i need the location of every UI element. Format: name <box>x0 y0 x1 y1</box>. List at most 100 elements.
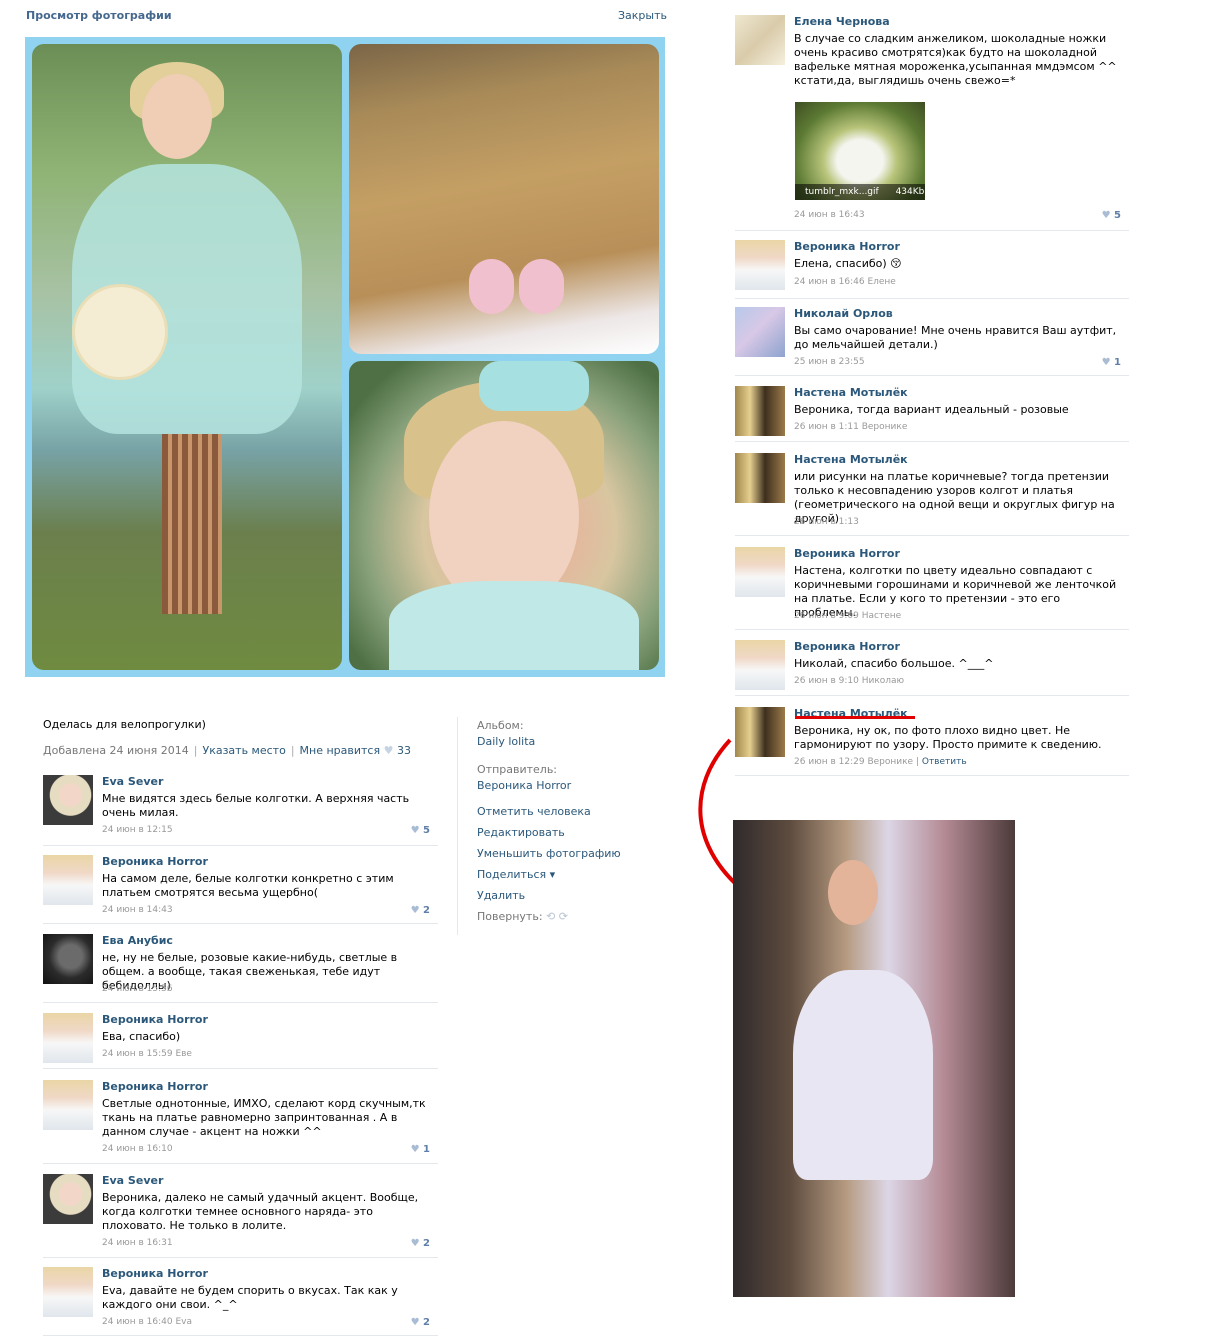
comment-time[interactable]: 24 июн в 12:15 <box>102 825 173 835</box>
share-link[interactable]: Поделиться ▾ <box>477 868 647 881</box>
rotate-left-icon[interactable]: ⟲ <box>546 910 555 923</box>
rotate-right-icon[interactable]: ⟳ <box>559 910 568 923</box>
comment-author[interactable]: Вероника Horror <box>102 1013 208 1026</box>
avatar[interactable] <box>735 386 785 436</box>
comment-time-text[interactable]: 25 июн в 23:55 <box>794 357 865 367</box>
comment-author[interactable]: Вероника Horror <box>794 240 900 253</box>
comment-like[interactable]: ♥ 1 <box>1102 357 1121 368</box>
comment-like[interactable]: ♥ 2 <box>411 1238 430 1249</box>
comment-time[interactable]: 24 июн в 15:59 Еве <box>102 1049 192 1059</box>
comment-time-text[interactable]: 26 июн в 9:09 Настене <box>794 611 901 621</box>
like-count[interactable]: 1 <box>423 1144 430 1155</box>
comment-author[interactable]: Вероника Horror <box>102 1080 208 1093</box>
reply-link[interactable]: Ответить <box>922 757 967 767</box>
like-count[interactable]: 2 <box>423 1317 430 1328</box>
heart-icon[interactable]: ♥ <box>384 744 394 757</box>
comment-time[interactable]: 26 июн в 9:10 Николаю <box>794 676 904 686</box>
like-count[interactable]: 33 <box>397 744 411 757</box>
face-shape <box>142 74 212 159</box>
shrink-photo-link[interactable]: Уменьшить фотографию <box>477 847 647 860</box>
comment-time[interactable]: 24 июн в 16:40 Eva <box>102 1317 192 1327</box>
comment-author[interactable]: Вероника Horror <box>102 855 208 868</box>
avatar[interactable] <box>43 775 93 825</box>
album-link[interactable]: Daily lolita <box>477 735 647 748</box>
avatar[interactable] <box>735 453 785 503</box>
comment-like[interactable]: ♥ 2 <box>411 1317 430 1328</box>
comment-author[interactable]: Ева Анубис <box>102 934 173 947</box>
edit-link[interactable]: Редактировать <box>477 826 647 839</box>
comment-time[interactable]: 24 июн в 16:46 Елене <box>794 277 896 287</box>
comment-time-text[interactable]: 24 июн в 16:31 <box>102 1238 173 1248</box>
like-count[interactable]: 5 <box>1114 210 1121 221</box>
like-link[interactable]: Мне нравится <box>300 744 381 757</box>
avatar[interactable] <box>43 1013 93 1063</box>
comment-time[interactable]: 25 июн в 23:55 <box>794 357 865 367</box>
heart-icon[interactable]: ♥ <box>411 1238 423 1249</box>
avatar[interactable] <box>43 1174 93 1224</box>
delete-link[interactable]: Удалить <box>477 889 647 902</box>
comment-time-text[interactable]: 26 июн в 1:13 <box>794 517 859 527</box>
sender-link[interactable]: Вероника Horror <box>477 779 647 792</box>
comment-time-text[interactable]: 24 июн в 15:59 Еве <box>102 1049 192 1059</box>
close-link[interactable]: Закрыть <box>618 9 667 22</box>
heart-icon[interactable]: ♥ <box>411 1144 423 1155</box>
gif-attachment[interactable]: tumblr_mxk...gif 434Kb <box>795 102 925 200</box>
avatar[interactable] <box>43 855 93 905</box>
photo-meta: Добавлена 24 июня 2014 | Указать место | Мне… <box>43 744 411 757</box>
comment-time-text[interactable]: 24 июн в 12:15 <box>102 825 173 835</box>
comment-item: Вероника Horror Светлые однотонные, ИМХО,… <box>43 1080 438 1164</box>
comment-time-text[interactable]: 24 июн в 16:46 Елене <box>794 277 896 287</box>
avatar[interactable] <box>735 240 785 290</box>
comment-author[interactable]: Eva Sever <box>102 1174 163 1187</box>
tights-shape <box>162 434 222 614</box>
comment-like[interactable]: ♥ 5 <box>411 825 430 836</box>
comment-time-text[interactable]: 24 июн в 14:43 <box>102 905 173 915</box>
photo-collage[interactable] <box>25 37 665 677</box>
comment-author[interactable]: Николай Орлов <box>794 307 893 320</box>
avatar[interactable] <box>735 640 785 690</box>
like-count[interactable]: 5 <box>423 825 430 836</box>
album-label: Альбом: <box>477 719 524 732</box>
comment-like[interactable]: ♥ 1 <box>411 1144 430 1155</box>
avatar[interactable] <box>735 15 785 65</box>
avatar[interactable] <box>735 547 785 597</box>
like-count[interactable]: 1 <box>1114 357 1121 368</box>
comment-author[interactable]: Настена Мотылёк <box>794 386 908 399</box>
heart-icon[interactable]: ♥ <box>1102 210 1114 221</box>
comment-time-text[interactable]: 26 июн в 9:10 Николаю <box>794 676 904 686</box>
comment-time-text[interactable]: 24 июн в 15:56 <box>102 984 173 994</box>
comment-time[interactable]: 24 июн в 15:56 <box>102 984 173 994</box>
comment-like[interactable]: ♥ 5 <box>1102 210 1121 221</box>
comment-author[interactable]: Вероника Horror <box>102 1267 208 1280</box>
comment-time-text[interactable]: 24 июн в 16:43 <box>794 210 865 220</box>
heart-icon[interactable]: ♥ <box>411 905 423 916</box>
comment-time[interactable]: 24 июн в 16:31 <box>102 1238 173 1248</box>
comment-time-text[interactable]: 24 июн в 16:40 Eva <box>102 1317 192 1327</box>
shoe-left-shape <box>469 259 514 314</box>
comment-author[interactable]: Настена Мотылёк <box>794 453 908 466</box>
comment-time[interactable]: 26 июн в 1:11 Веронике <box>794 422 907 432</box>
avatar[interactable] <box>735 307 785 357</box>
comment-author[interactable]: Елена Чернова <box>794 15 890 28</box>
comment-time[interactable]: 26 июн в 9:09 Настене <box>794 611 901 621</box>
heart-icon[interactable]: ♥ <box>411 1317 423 1328</box>
avatar[interactable] <box>43 1267 93 1317</box>
comment-time[interactable]: 24 июн в 16:43 <box>794 210 865 220</box>
comment-time[interactable]: 24 июн в 16:10 <box>102 1144 173 1154</box>
tag-person-link[interactable]: Отметить человека <box>477 805 647 818</box>
comment-time[interactable]: 26 июн в 1:13 <box>794 517 859 527</box>
like-count[interactable]: 2 <box>423 1238 430 1249</box>
comment-author[interactable]: Вероника Horror <box>794 640 900 653</box>
comment-time-text[interactable]: 26 июн в 1:11 Веронике <box>794 422 907 432</box>
avatar[interactable] <box>43 1080 93 1130</box>
comment-time[interactable]: 24 июн в 14:43 <box>102 905 173 915</box>
comment-author[interactable]: Вероника Horror <box>794 547 900 560</box>
heart-icon[interactable]: ♥ <box>411 825 423 836</box>
avatar[interactable] <box>43 934 93 984</box>
comment-time-text[interactable]: 24 июн в 16:10 <box>102 1144 173 1154</box>
comment-author[interactable]: Eva Sever <box>102 775 163 788</box>
add-place-link[interactable]: Указать место <box>202 744 285 757</box>
heart-icon[interactable]: ♥ <box>1102 357 1114 368</box>
comment-like[interactable]: ♥ 2 <box>411 905 430 916</box>
like-count[interactable]: 2 <box>423 905 430 916</box>
